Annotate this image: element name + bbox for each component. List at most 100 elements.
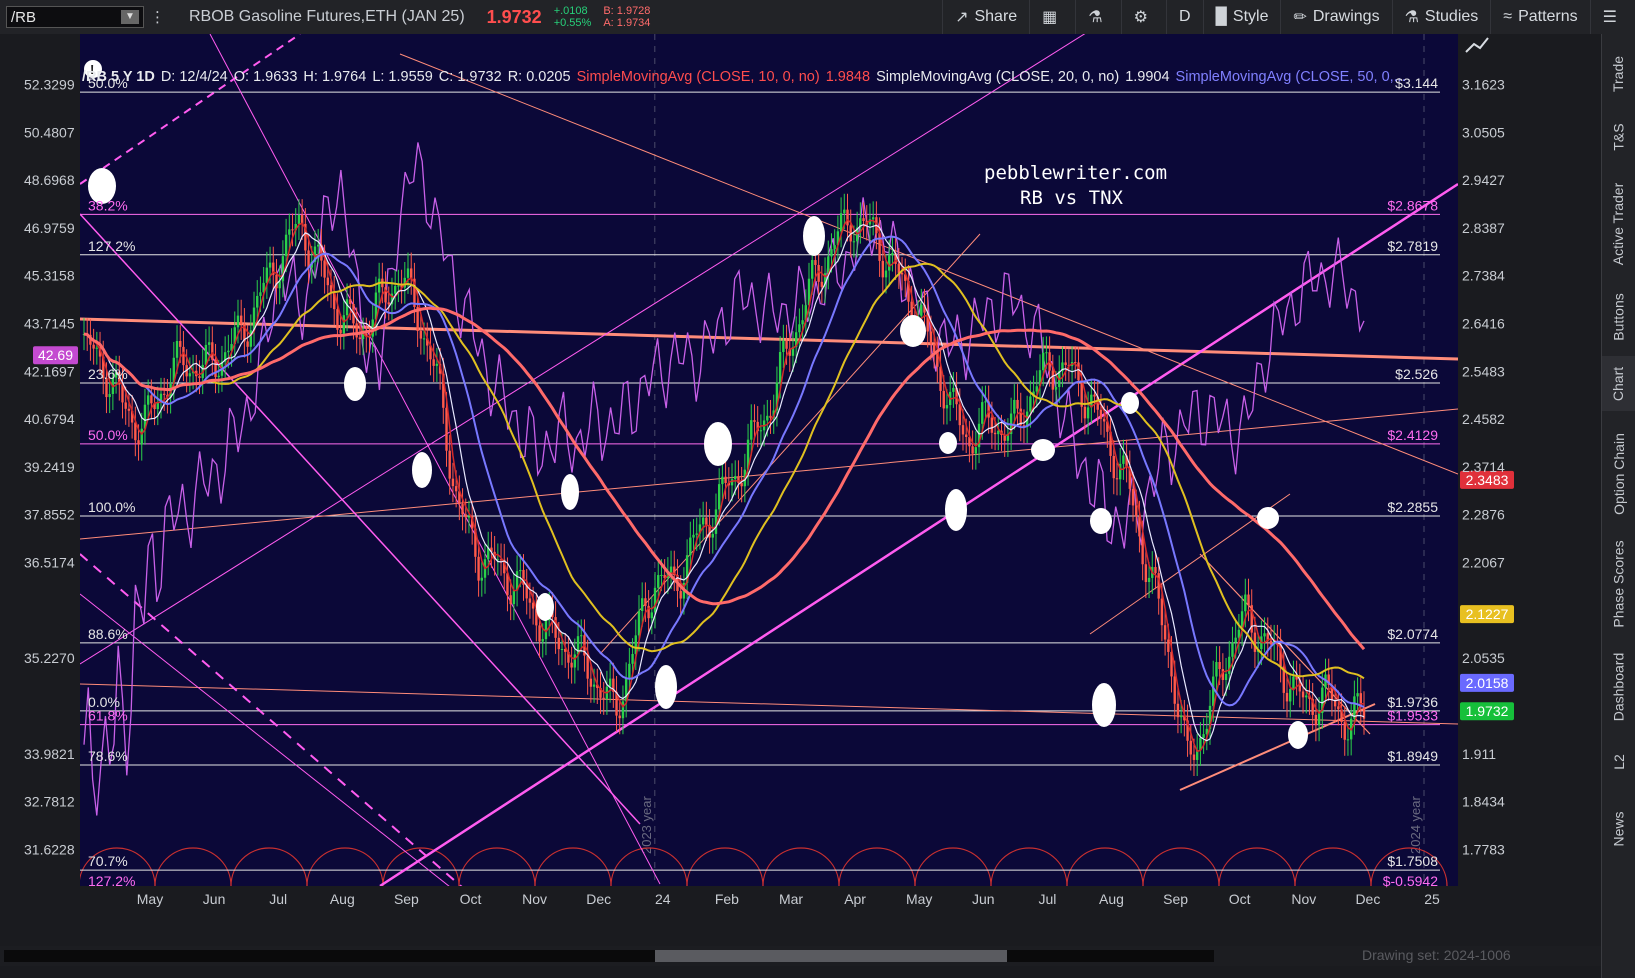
fib-percent-label: 38.2% <box>88 197 128 213</box>
fib-price-label: $2.526 <box>1395 366 1438 382</box>
price-candle <box>1045 352 1048 354</box>
price-candle <box>1253 632 1257 652</box>
fib-percent-label: 78.6% <box>88 748 128 764</box>
fib-price-label: $2.4129 <box>1387 427 1438 443</box>
patterns-button[interactable]: ≈ Patterns <box>1490 0 1589 34</box>
y-right-tick: 2.8387 <box>1462 220 1505 236</box>
price-candle <box>1215 661 1218 677</box>
sma10-label[interactable]: SimpleMovingAvg (CLOSE, 10, 0, no) <box>577 69 820 87</box>
x-tick-label: Dec <box>1355 891 1380 907</box>
price-candle <box>724 476 727 484</box>
price-candle <box>288 229 291 235</box>
price-candle <box>1176 703 1180 718</box>
side-tab-t-s[interactable]: T&S <box>1602 112 1635 162</box>
price-change: +.0108 +0.55% <box>554 5 592 29</box>
price-candle <box>1173 676 1176 704</box>
price-candle <box>1041 352 1045 371</box>
price-candle <box>981 402 984 424</box>
price-candle <box>871 217 875 220</box>
gear-icon: ⚙ <box>1133 9 1148 26</box>
price-candle <box>695 533 698 535</box>
settings-button[interactable]: ⚙ <box>1120 0 1166 34</box>
sma50-label[interactable]: SimpleMovingAvg (CLOSE, 50, 0,... <box>1176 69 1406 87</box>
fib-price-label: $2.8678 <box>1387 197 1438 213</box>
price-candle <box>448 450 451 479</box>
side-tab-phase-scores[interactable]: Phase Scores <box>1602 534 1635 634</box>
price-candle <box>1231 642 1234 657</box>
chevron-down-icon[interactable]: ▼ <box>121 10 139 24</box>
grid-button[interactable]: ▦ <box>1029 0 1075 34</box>
candles-icon: █ <box>1215 8 1227 25</box>
link-icon[interactable]: ⋮ <box>150 8 165 26</box>
price-candle <box>454 486 458 492</box>
scroll-track[interactable] <box>4 950 1214 962</box>
price-candle <box>997 430 1000 435</box>
price-candle <box>1074 362 1077 364</box>
drawings-button[interactable]: ✏ Drawings <box>1280 0 1391 34</box>
price-candle <box>108 394 111 398</box>
cycle-marker <box>536 593 554 621</box>
cycle-marker <box>803 216 825 256</box>
x-tick-label: Dec <box>586 891 611 907</box>
price-badge-label: 2.0158 <box>1466 675 1509 691</box>
price-candle <box>650 612 654 619</box>
price-candle <box>336 309 339 330</box>
studies-button[interactable]: ⚗ Studies <box>1391 0 1491 34</box>
patterns-label: Patterns <box>1518 8 1578 25</box>
price-candle <box>929 331 933 345</box>
menu-button[interactable]: ☰ <box>1589 0 1635 34</box>
side-tab-active-trader[interactable]: Active Trader <box>1602 169 1635 279</box>
sma20-label[interactable]: SimpleMovingAvg (CLOSE, 20, 0, no) <box>876 69 1119 87</box>
price-candle <box>175 340 179 358</box>
aggregation-label: D <box>1178 8 1191 25</box>
aggregation-button[interactable]: D <box>1165 0 1203 34</box>
price-candle <box>753 420 756 422</box>
toolbar-right: ↗ Share ▦ ⚗ ⚙ D █ Style ✏ Drawings ⚗ Stu… <box>942 0 1635 34</box>
x-tick-label: Nov <box>522 891 547 907</box>
price-candle <box>592 684 596 687</box>
side-tab-option-chain[interactable]: Option Chain <box>1602 419 1635 529</box>
side-tab-news[interactable]: News <box>1602 799 1635 859</box>
price-candle <box>782 340 785 352</box>
flask-button[interactable]: ⚗ <box>1075 0 1120 34</box>
side-tab-trade[interactable]: Trade <box>1602 46 1635 101</box>
price-candle <box>628 663 631 679</box>
scroll-thumb[interactable] <box>655 950 1007 962</box>
price-candle <box>137 440 140 445</box>
cycle-marker <box>1257 507 1279 529</box>
side-tab-chart[interactable]: Chart <box>1602 356 1635 411</box>
price-candle <box>1192 754 1196 760</box>
price-candle <box>410 268 413 279</box>
price-candle <box>227 350 230 353</box>
x-tick-label: Nov <box>1291 891 1316 907</box>
price-candle <box>657 575 660 588</box>
side-tab-buttons[interactable]: Buttons <box>1602 284 1635 349</box>
price-candle <box>1317 712 1321 726</box>
price-candle <box>1305 695 1308 698</box>
share-button[interactable]: ↗ Share <box>942 0 1029 34</box>
cycle-marker <box>655 665 677 709</box>
chart-area[interactable]: 2023 year 2024 year 50.0% $3.144 38.2% $2.86… <box>0 34 1602 978</box>
price-candle <box>150 395 153 404</box>
style-button[interactable]: █ Style <box>1202 0 1281 34</box>
price-candle <box>146 395 150 405</box>
price-candle <box>246 341 249 347</box>
x-tick-label: 24 <box>655 891 671 907</box>
side-tab-l2[interactable]: L2 <box>1602 739 1635 784</box>
price-candle <box>214 359 217 378</box>
price-candle <box>1086 407 1090 419</box>
sma20-value: 1.9904 <box>1125 69 1170 85</box>
side-tab-label: Active Trader <box>1610 182 1627 266</box>
price-candle <box>839 213 843 232</box>
side-tab-dashboard[interactable]: Dashboard <box>1602 644 1635 729</box>
price-candle <box>993 432 997 435</box>
price-candle <box>1314 714 1318 726</box>
price-chart[interactable]: 2023 year 2024 year 50.0% $3.14438.2% $2.86… <box>0 34 1602 978</box>
price-candle <box>653 587 657 613</box>
symbol-input[interactable]: /RB ▼ <box>6 6 144 28</box>
chart-tool-icon[interactable] <box>1462 36 1490 58</box>
fib-percent-label: 70.7% <box>88 853 128 869</box>
x-tick-label: Sep <box>1163 891 1188 907</box>
price-candle <box>589 678 593 687</box>
price-candle <box>349 299 352 305</box>
